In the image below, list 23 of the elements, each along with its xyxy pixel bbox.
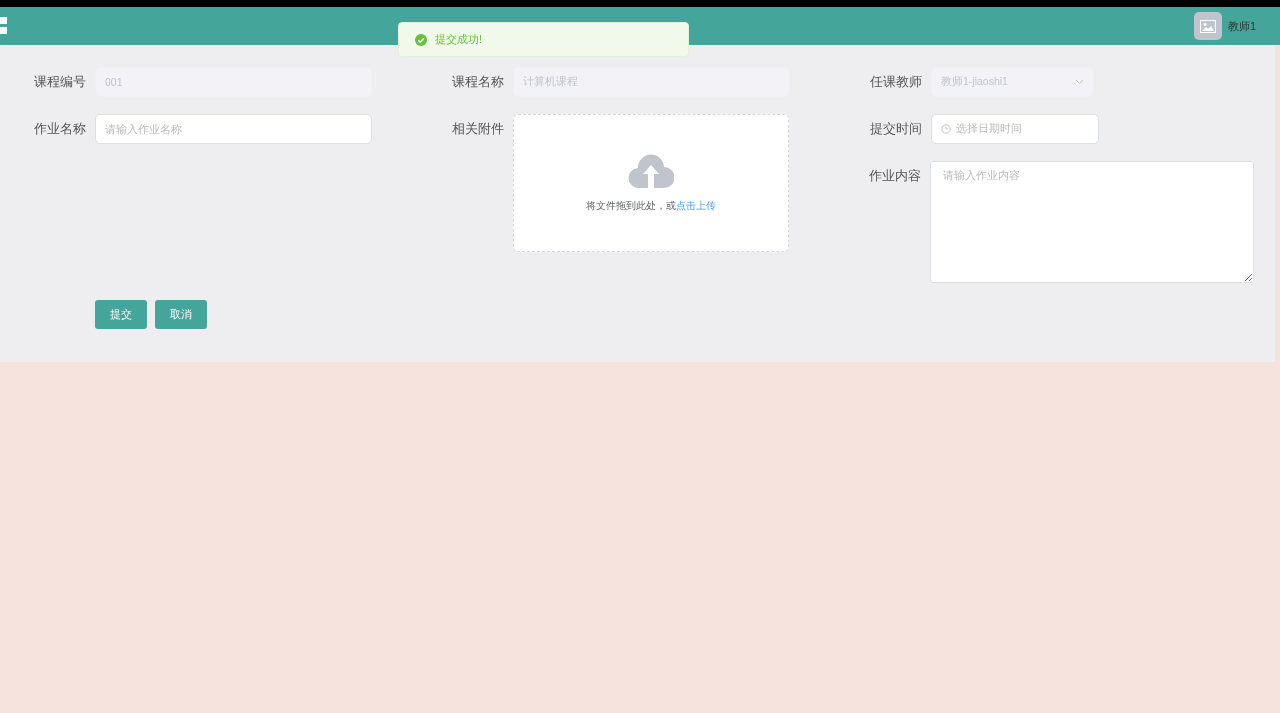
field-label: 作业内容 [868, 168, 923, 185]
cloud-upload-icon [628, 153, 674, 188]
chevron-down-icon [1075, 79, 1084, 85]
form-button[interactable]: 取消 [155, 300, 207, 329]
datetime-field[interactable]: 选择日期时间 [931, 114, 1099, 144]
field-label: 作业名称 [33, 121, 87, 138]
text-field[interactable]: 请输入作业名称 [95, 114, 372, 144]
clock-icon [941, 124, 951, 134]
user-name: 教师1 [1227, 18, 1256, 34]
field-label: 相关附件 [451, 121, 505, 138]
upload-dropzone[interactable]: 将文件拖到此处，或点击上传 [513, 114, 789, 252]
content-field[interactable]: 请输入作业内容 [930, 161, 1254, 283]
menu-icon[interactable] [0, 17, 8, 35]
upload-hint: 将文件拖到此处，或点击上传 [586, 199, 716, 213]
form-button[interactable]: 提交 [95, 300, 147, 329]
avatar-icon[interactable] [1193, 12, 1222, 40]
toast-message: 提交成功! [435, 32, 482, 47]
field-label: 提交时间 [869, 121, 923, 138]
field-label: 课程名称 [451, 74, 505, 91]
upload-link[interactable]: 点击上传 [676, 199, 716, 211]
field-label: 课程编号 [33, 74, 87, 91]
field-label: 任课教师 [869, 74, 923, 91]
check-circle-icon [415, 33, 427, 46]
